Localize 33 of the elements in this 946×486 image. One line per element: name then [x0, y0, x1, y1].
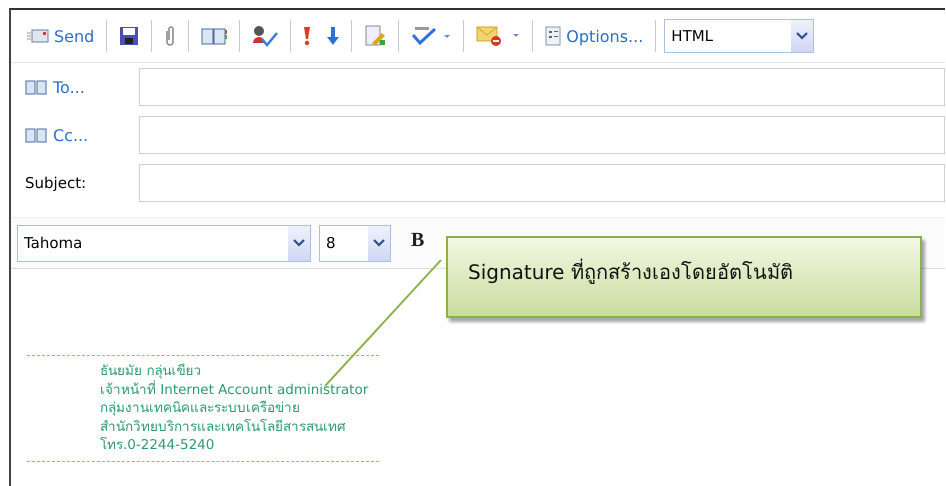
options-button[interactable]: Options... — [541, 24, 648, 48]
open-book-icon — [25, 79, 47, 95]
input-field[interactable] — [139, 68, 945, 106]
envelope-block-icon — [476, 25, 520, 47]
person-check-icon — [252, 25, 278, 47]
pencil-document-icon — [364, 25, 386, 47]
address-book-link[interactable]: Cc... — [11, 124, 139, 146]
paperclip-icon — [164, 25, 176, 47]
field-label: Subject: — [24, 174, 88, 192]
envelope-icon — [27, 29, 49, 43]
address-book-link[interactable]: To... — [11, 76, 139, 98]
size-dropdown[interactable]: 8 — [319, 224, 391, 262]
signature-line: โทร.0-2244-5240 — [100, 436, 216, 454]
signature-line: เจ้าหน้าที่ Internet Account administrator — [100, 380, 370, 399]
input-field[interactable] — [139, 164, 945, 202]
signature-line: กลุ่มงานเทคนิคและระบบเครือข่าย — [100, 399, 301, 418]
callout-tooltip: Signature ที่ถูกสร้างเองโดยอัตโนมัติ — [446, 236, 922, 318]
open-book-icon — [201, 26, 228, 46]
spell-check-icon — [411, 26, 452, 46]
input-field[interactable] — [139, 116, 945, 154]
text-style-button[interactable]: B — [399, 228, 436, 252]
exclamation-icon — [303, 26, 312, 46]
open-book-icon — [25, 127, 47, 143]
send-button[interactable]: Send — [23, 24, 98, 48]
format-dropdown[interactable]: HTML — [664, 19, 814, 53]
chevron-icon — [288, 226, 310, 260]
chevron-icon — [791, 20, 814, 52]
font-dropdown[interactable]: Tahoma — [17, 224, 311, 262]
signature-line: ธันยมัย กลุ่นเขียว — [100, 362, 202, 380]
chevron-icon — [368, 226, 390, 260]
signature-line: สำนักวิทยบริการและเทคโนโลยีสารสนเทศ — [100, 418, 347, 436]
down-arrow-icon — [327, 26, 340, 46]
document-list-icon — [545, 26, 562, 46]
